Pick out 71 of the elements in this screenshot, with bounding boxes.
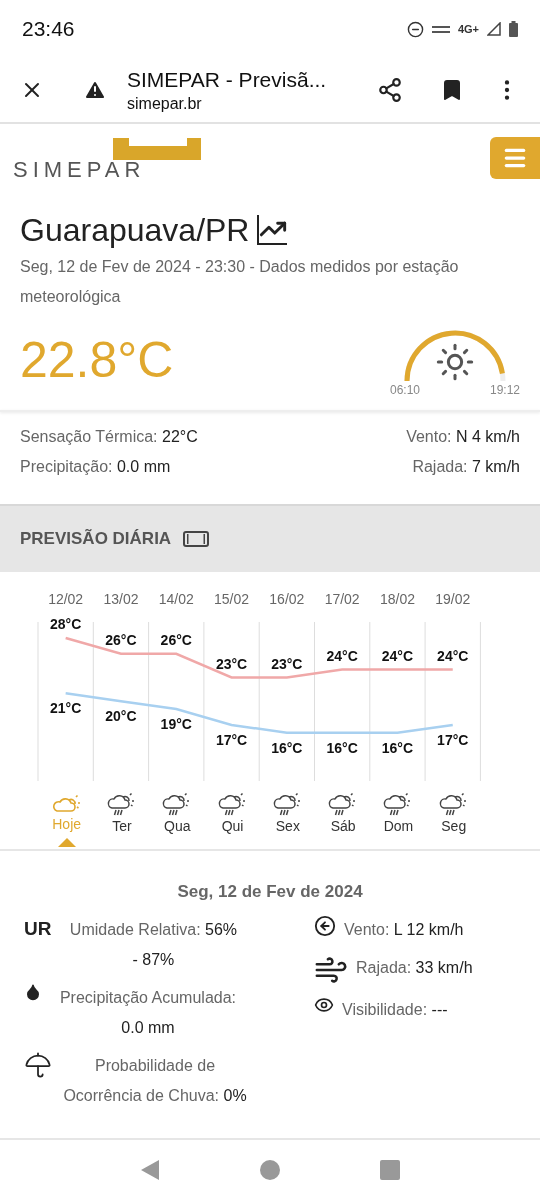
wind-direction-icon	[314, 914, 336, 937]
date-label: 13/02	[103, 591, 139, 607]
temperature-label: 21°C	[50, 700, 82, 717]
stat-text: Sensação Térmica: 22°C	[20, 427, 198, 447]
day-tab[interactable]: Dom	[370, 792, 427, 849]
page-title: SIMEPAR - Previsã...	[127, 67, 328, 93]
network-type: 4G+	[457, 21, 479, 37]
date-label: 16/02	[269, 591, 305, 607]
detail-text: Umidade Relativa: 56% - 87%	[68, 919, 239, 970]
rain-cloud-icon	[217, 792, 248, 818]
day-tab[interactable]: Seg	[426, 792, 482, 849]
date-label: 17/02	[324, 591, 360, 607]
detail-text: Visibilidade: ---	[342, 999, 448, 1020]
temperature-label: 19°C	[160, 716, 192, 733]
temperature-label: 28°C	[50, 616, 82, 632]
date-label: 14/02	[158, 591, 194, 607]
temperature-label: 20°C	[105, 708, 137, 725]
detail-text: Vento: L 12 km/h	[344, 919, 464, 940]
date-label: 15/02	[214, 591, 250, 607]
clock-time: 23:46	[22, 16, 75, 43]
city-name: Guarapuava/PR	[20, 211, 250, 250]
detail-date: Seg, 12 de Fev de 2024	[177, 881, 363, 903]
date-label: 19/02	[435, 591, 471, 607]
back-icon[interactable]	[140, 1159, 160, 1181]
drop-icon	[24, 982, 42, 1001]
temperature-label: 23°C	[215, 655, 248, 672]
signal-icon	[487, 22, 501, 36]
day-tab[interactable]: Ter	[94, 792, 150, 849]
trend-chart-icon[interactable]	[257, 215, 288, 245]
temperature-label: 16°C	[381, 739, 414, 756]
temperature-label: 23°C	[271, 655, 303, 672]
station-subtitle: Seg, 12 de Fev de 2024 - 23:30 - Dados medidos por estação meteorológica	[20, 257, 460, 307]
umbrella-icon	[24, 1050, 52, 1079]
temperature-label: 26°C	[160, 631, 192, 648]
share-icon[interactable]	[377, 77, 403, 103]
day-tab[interactable]: Sáb	[315, 792, 371, 849]
sunrise-time: 06:10	[390, 383, 421, 397]
home-icon[interactable]	[260, 1160, 280, 1180]
detail-text: Rajada: 33 km/h	[356, 957, 473, 978]
stat-text: Vento: N 4 km/h	[406, 427, 520, 447]
detail-text: Probabilidade de Ocorrência de Chuva: 0%	[62, 1055, 248, 1106]
humidity-label: UR	[24, 916, 52, 941]
do-not-disturb-icon	[406, 20, 424, 38]
rain-cloud-icon	[106, 792, 137, 818]
current-temperature: 22.8°C	[20, 332, 174, 388]
temperature-label: 16°C	[326, 739, 358, 756]
rain-cloud-icon	[272, 792, 303, 818]
date-label: 18/02	[379, 591, 415, 607]
detail-text: Precipitação Acumulada: 0.0 mm	[58, 987, 238, 1038]
sun-icon	[435, 342, 475, 382]
phone-rotate-icon	[183, 531, 210, 547]
stat-text: Rajada: 7 km/h	[412, 457, 520, 477]
temperature-label: 26°C	[105, 631, 137, 648]
temperature-label: 17°C	[437, 731, 469, 748]
selected-pointer	[57, 838, 76, 847]
stat-text: Precipitação: 0.0 mm	[20, 457, 172, 477]
site-logo[interactable]: SIMEPAR	[13, 135, 203, 181]
temperature-label: 24°C	[381, 647, 414, 664]
temperature-label: 17°C	[215, 731, 248, 748]
battery-icon	[509, 21, 518, 37]
day-tab[interactable]: Qua	[149, 792, 205, 849]
temperature-label: 16°C	[271, 739, 303, 756]
section-title: PREVISÃO DIÁRIA	[20, 528, 172, 551]
sunset-time: 19:12	[489, 383, 520, 397]
page-url: simepar.br	[127, 94, 203, 114]
rain-cloud-icon	[438, 792, 469, 818]
date-label: 12/02	[48, 591, 84, 607]
day-tab[interactable]: Qui	[204, 792, 261, 849]
temperature-label: 24°C	[437, 647, 469, 664]
temperature-label: 24°C	[326, 647, 358, 664]
day-tab[interactable]: Sex	[260, 792, 316, 849]
